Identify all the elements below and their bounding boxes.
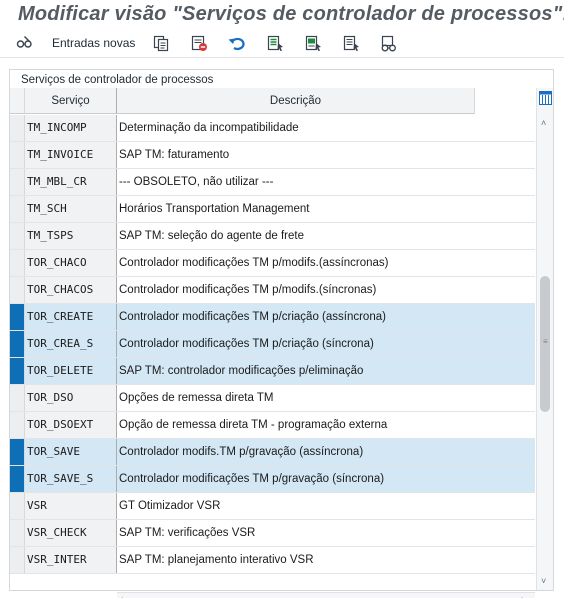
table-row[interactable]: TM_TSPS SAP TM: seleção do agente de fret…	[10, 223, 535, 250]
new-entries-button[interactable]: Entradas novas	[52, 36, 135, 50]
description-cell[interactable]: Controlador modificações TM p/gravação (…	[117, 466, 535, 492]
description-cell[interactable]: Opções de remessa direta TM	[117, 385, 535, 411]
description-cell[interactable]: Controlador modificações TM p/criação (s…	[117, 331, 535, 357]
description-cell[interactable]: Controlador modificações TM p/modifs.(as…	[117, 250, 535, 276]
row-selector[interactable]	[10, 250, 25, 276]
row-selector[interactable]	[10, 358, 25, 384]
delete-icon[interactable]	[188, 32, 210, 54]
table-row[interactable]: TOR_SAVE Controlador modifs.TM p/gravação…	[10, 439, 535, 466]
panel-title: Serviços de controlador de processos	[21, 74, 214, 86]
table-row[interactable]: TM_INVOICE SAP TM: faturamento	[10, 142, 535, 169]
description-cell[interactable]: Horários Transportation Management	[117, 196, 535, 222]
service-cell[interactable]: TOR_DELETE	[25, 358, 117, 384]
row-selector[interactable]	[10, 142, 25, 168]
select-block-icon[interactable]	[302, 32, 324, 54]
service-cell[interactable]: TOR_CREATE	[25, 304, 117, 330]
horizontal-scrollbar[interactable]: ‹ ›	[117, 592, 535, 598]
select-all-rows-cell[interactable]	[10, 88, 25, 114]
row-selector[interactable]	[10, 493, 25, 519]
service-cell[interactable]: TM_MBL_CR	[25, 169, 117, 195]
service-cell[interactable]: TOR_CHACO	[25, 250, 117, 276]
vertical-scrollbar[interactable]: ˄ ≡ ˅	[536, 88, 553, 590]
undo-icon[interactable]	[226, 32, 248, 54]
table-row[interactable]: TOR_DSOEXT Opção de remessa direta TM - p…	[10, 412, 535, 439]
service-cell[interactable]: TOR_DSOEXT	[25, 412, 117, 438]
service-cell[interactable]: VSR	[25, 493, 117, 519]
row-selector[interactable]	[10, 385, 25, 411]
service-cell[interactable]: VSR_CHECK	[25, 520, 117, 546]
table-row[interactable]: TOR_DSO Opções de remessa direta TM	[10, 385, 535, 412]
window-title: Modificar visão "Serviços de controlador…	[18, 3, 564, 25]
description-cell[interactable]: --- OBSOLETO, não utilizar ---	[117, 169, 535, 195]
table-row[interactable]: TOR_CHACO Controlador modificações TM p/m…	[10, 250, 535, 277]
column-header-service[interactable]: Serviço	[25, 88, 117, 114]
service-cell[interactable]: TOR_CREA_S	[25, 331, 117, 357]
row-selector[interactable]	[10, 169, 25, 195]
scrollbar-thumb[interactable]: ≡	[540, 276, 550, 412]
description-cell[interactable]: SAP TM: planejamento interativo VSR	[117, 547, 535, 573]
row-selector[interactable]	[10, 115, 25, 141]
service-cell[interactable]: TOR_DSO	[25, 385, 117, 411]
table-row[interactable]: TM_SCH Horários Transportation Management	[10, 196, 535, 223]
description-cell[interactable]: Controlador modifs.TM p/gravação (assínc…	[117, 439, 535, 465]
select-all-icon[interactable]	[264, 32, 286, 54]
service-cell[interactable]: TM_SCH	[25, 196, 117, 222]
table-row[interactable]: TOR_DELETE SAP TM: controlador modificaçõ…	[10, 358, 535, 385]
scroll-left-icon[interactable]: ‹	[120, 594, 123, 598]
description-cell[interactable]: SAP TM: seleção do agente de frete	[117, 223, 535, 249]
table-row[interactable]: TOR_SAVE_S Controlador modificações TM p/…	[10, 466, 535, 493]
scroll-right-icon[interactable]: ›	[521, 594, 524, 598]
row-selector[interactable]	[10, 277, 25, 303]
service-cell[interactable]: VSR_INTER	[25, 547, 117, 573]
service-cell[interactable]: TM_INVOICE	[25, 142, 117, 168]
table-row[interactable]: TM_INCOMP Determinação da incompatibilida…	[10, 115, 535, 142]
table-row[interactable]: VSR_INTER SAP TM: planejamento interativo…	[10, 547, 535, 574]
services-panel: Serviços de controlador de processos Ser…	[9, 69, 554, 598]
table-row[interactable]: TOR_CHACOS Controlador modificações TM p/…	[10, 277, 535, 304]
row-selector[interactable]	[10, 547, 25, 573]
scroll-down-icon[interactable]: ˅	[541, 576, 546, 586]
deselect-all-icon[interactable]	[340, 32, 362, 54]
scroll-up-icon[interactable]: ˄	[541, 118, 546, 128]
row-selector[interactable]	[10, 331, 25, 357]
row-selector[interactable]	[10, 520, 25, 546]
row-selector[interactable]	[10, 196, 25, 222]
copy-icon[interactable]	[150, 32, 172, 54]
column-header-description[interactable]: Descrição	[117, 88, 475, 114]
grip-icon: ≡	[543, 337, 548, 346]
row-selector[interactable]	[10, 466, 25, 492]
description-cell[interactable]: Controlador modificações TM p/modifs.(sí…	[117, 277, 535, 303]
description-cell[interactable]: GT Otimizador VSR	[117, 493, 535, 519]
description-cell[interactable]: SAP TM: faturamento	[117, 142, 535, 168]
table-row[interactable]: TM_MBL_CR --- OBSOLETO, não utilizar ---	[10, 169, 535, 196]
service-cell[interactable]: TM_INCOMP	[25, 115, 117, 141]
table-row[interactable]: VSR_CHECK SAP TM: verificações VSR	[10, 520, 535, 547]
glasses-icon[interactable]	[378, 32, 400, 54]
row-selector[interactable]	[10, 304, 25, 330]
service-cell[interactable]: TOR_SAVE_S	[25, 466, 117, 492]
row-selector[interactable]	[10, 223, 25, 249]
description-cell[interactable]: Opção de remessa direta TM - programação…	[117, 412, 535, 438]
description-cell[interactable]: SAP TM: controlador modificações p/elimi…	[117, 358, 535, 384]
window-title-bar: Modificar visão "Serviços de controlador…	[0, 0, 564, 30]
row-selector[interactable]	[10, 412, 25, 438]
toolbar: Entradas novas	[0, 30, 564, 58]
description-cell[interactable]: Controlador modificações TM p/criação (a…	[117, 304, 535, 330]
description-cell[interactable]: SAP TM: verificações VSR	[117, 520, 535, 546]
table-row[interactable]: TOR_CREATE Controlador modificações TM p/…	[10, 304, 535, 331]
display-change-icon[interactable]	[14, 32, 36, 54]
table-row[interactable]: VSR GT Otimizador VSR	[10, 493, 535, 520]
description-cell[interactable]: Determinação da incompatibilidade	[117, 115, 535, 141]
table-settings-icon[interactable]	[539, 91, 552, 105]
row-selector[interactable]	[10, 439, 25, 465]
service-cell[interactable]: TOR_CHACOS	[25, 277, 117, 303]
service-cell[interactable]: TM_TSPS	[25, 223, 117, 249]
scroll-corner	[10, 592, 117, 598]
service-cell[interactable]: TOR_SAVE	[25, 439, 117, 465]
table-row[interactable]: TOR_CREA_S Controlador modificações TM p/…	[10, 331, 535, 358]
